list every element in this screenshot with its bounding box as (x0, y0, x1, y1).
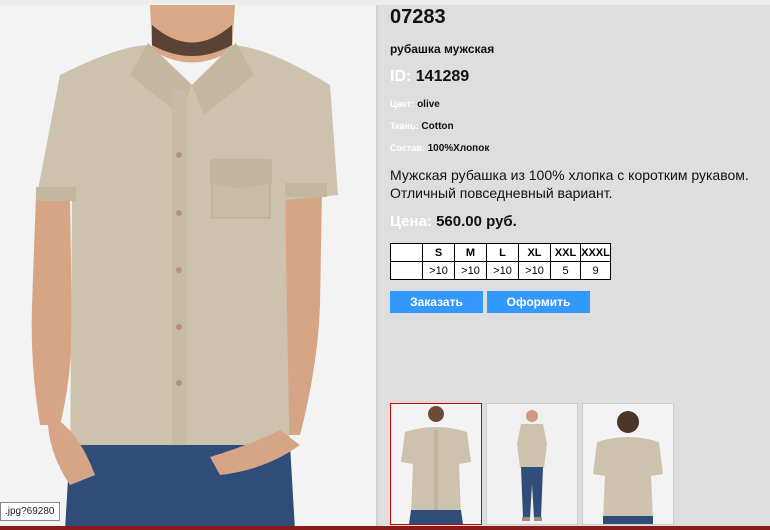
attr-color: Цвет: olive (390, 99, 440, 110)
status-url-tooltip: .jpg?69280 (0, 502, 60, 521)
thumbnail-image (583, 404, 673, 524)
size-quantity-row: >10 >10 >10 >10 5 9 (390, 261, 611, 280)
size-header-cell: M (454, 243, 487, 262)
column-divider (376, 5, 378, 530)
size-header-cell: L (486, 243, 519, 262)
id-label: ID: (390, 68, 412, 85)
thumbnail-image (487, 404, 577, 524)
product-name: рубашка мужская (390, 42, 495, 56)
size-qty-cell (390, 261, 423, 280)
size-header-cell: XXXL (580, 243, 611, 262)
attr-fabric-label: Ткань: (390, 121, 419, 131)
product-price: Цена: 560.00 руб. (390, 213, 517, 230)
size-header-cell: XXL (550, 243, 581, 262)
attr-fabric-value: Cotton (421, 121, 454, 132)
attr-composition: Состав: 100%Хлопок (390, 143, 489, 154)
checkout-button[interactable]: Оформить (487, 291, 590, 313)
size-header-cell (390, 243, 423, 262)
product-description: Мужская рубашка из 100% хлопка с коротки… (390, 167, 749, 201)
order-button[interactable]: Заказать (390, 291, 483, 313)
attr-fabric: Ткань: Cotton (390, 121, 454, 132)
size-header-cell: XL (518, 243, 551, 262)
attr-color-label: Цвет: (390, 99, 415, 109)
size-header-row: S M L XL XXL XXXL (390, 243, 611, 262)
size-qty-cell: 5 (550, 261, 581, 280)
thumbnail-back-view[interactable] (582, 403, 674, 525)
size-header-cell: S (422, 243, 455, 262)
id-value: 141289 (415, 68, 470, 85)
thumbnail-front-closeup[interactable] (390, 403, 482, 525)
price-value: 560.00 руб. (436, 213, 517, 230)
attr-color-value: olive (417, 99, 440, 110)
thumbnail-full-body[interactable] (486, 403, 578, 525)
size-qty-cell: >10 (454, 261, 487, 280)
product-code: 07283 (390, 6, 446, 28)
size-qty-cell: >10 (422, 261, 455, 280)
size-table: S M L XL XXL XXXL >10 >10 >10 >10 5 9 (390, 243, 611, 280)
shirt-model-image (0, 5, 376, 530)
size-qty-cell: 9 (580, 261, 611, 280)
size-qty-cell: >10 (486, 261, 519, 280)
thumbnail-image (391, 404, 481, 524)
bottom-bar (0, 526, 770, 530)
price-label: Цена: (390, 213, 432, 230)
product-id: ID: 141289 (390, 68, 469, 86)
attr-composition-value: 100%Хлопок (427, 143, 490, 154)
main-product-photo[interactable] (0, 5, 376, 530)
attr-composition-label: Состав: (390, 143, 425, 153)
size-qty-cell: >10 (518, 261, 551, 280)
